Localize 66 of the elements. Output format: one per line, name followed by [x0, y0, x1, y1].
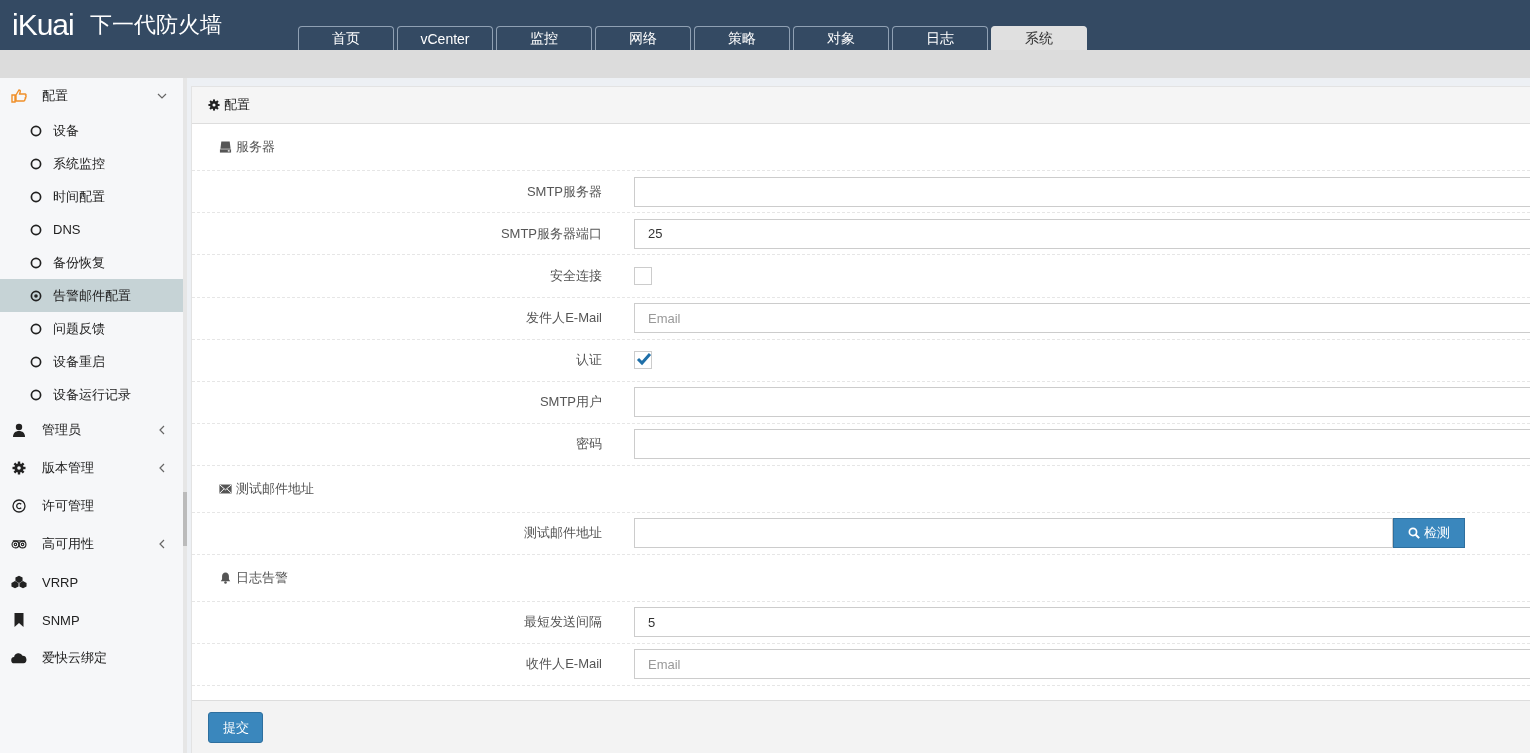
drive-icon: [219, 141, 232, 154]
sidebar-subitem[interactable]: 设备运行记录: [0, 378, 183, 411]
field-label: SMTP用户: [538, 393, 602, 412]
input-field[interactable]: [634, 176, 1530, 207]
circle-icon: [30, 223, 42, 236]
checkbox[interactable]: [634, 351, 652, 370]
checkbox[interactable]: [634, 266, 652, 285]
sidebar-item[interactable]: 管理员: [0, 411, 183, 449]
gear-icon: [208, 99, 220, 112]
circle-icon: [30, 157, 42, 170]
sidebar-item[interactable]: 版本管理: [0, 449, 183, 487]
input-field[interactable]: [634, 518, 1393, 549]
dot-circle-icon: [30, 289, 42, 302]
field-label: 最短发送间隔: [523, 613, 602, 632]
input-field[interactable]: Email: [634, 303, 1530, 334]
circle-icon: [30, 190, 42, 203]
sidebar-subitem[interactable]: 备份恢复: [0, 246, 183, 279]
circle-icon: [30, 355, 42, 368]
copyright-icon: [11, 499, 27, 513]
sidebar-subitem[interactable]: 设备: [0, 114, 183, 147]
cubes-icon: [11, 575, 27, 589]
field-label: SMTP服务器: [525, 182, 602, 201]
section-title: 服务器: [236, 138, 275, 157]
circle-icon: [30, 124, 42, 137]
search-icon: [1408, 527, 1420, 540]
cloud-icon: [11, 651, 27, 665]
sidebar-subitem[interactable]: 问题反馈: [0, 312, 183, 345]
input-field[interactable]: [634, 387, 1530, 418]
sidebar-subitem[interactable]: 时间配置: [0, 180, 183, 213]
owl-eyes-icon: [11, 537, 27, 551]
field-label: 收件人E-Mail: [525, 655, 602, 674]
panel-title: 配置: [224, 96, 250, 115]
field-label: 发件人E-Mail: [525, 309, 602, 328]
nav-tab[interactable]: 系统: [991, 26, 1087, 50]
bell-icon: [219, 571, 232, 584]
sidebar-item[interactable]: 许可管理: [0, 487, 183, 525]
sidebar-subitem[interactable]: DNS: [0, 213, 183, 246]
envelope-icon: [219, 482, 232, 495]
section-title: 日志告警: [236, 568, 288, 587]
user-icon: [11, 423, 27, 437]
logo: iKuai: [12, 8, 74, 42]
field-label: 测试邮件地址: [523, 524, 602, 543]
input-field[interactable]: 25: [634, 218, 1530, 249]
circle-icon: [30, 256, 42, 269]
sidebar-item[interactable]: 高可用性: [0, 525, 183, 563]
field-label: SMTP服务器端口: [499, 224, 602, 243]
sidebar-item[interactable]: VRRP: [0, 563, 183, 601]
submit-button[interactable]: 提交: [208, 712, 263, 744]
gear-icon: [11, 461, 27, 475]
sidebar-subitem[interactable]: 系统监控: [0, 147, 183, 180]
input-field[interactable]: Email: [634, 649, 1530, 680]
sidebar-item[interactable]: 爱快云绑定: [0, 639, 183, 677]
check-button[interactable]: 检测: [1393, 518, 1465, 549]
sidebar-subitem[interactable]: 告警邮件配置: [0, 279, 183, 312]
section-title: 测试邮件地址: [236, 479, 314, 498]
input-field[interactable]: [634, 429, 1530, 460]
field-label: 密码: [575, 435, 602, 454]
field-label: 认证: [575, 351, 602, 370]
circle-icon: [30, 322, 42, 335]
app-title: 下一代防火墙: [89, 11, 222, 39]
circle-icon: [30, 388, 42, 401]
input-field[interactable]: 5: [634, 607, 1530, 638]
field-label: 安全连接: [549, 266, 602, 285]
sidebar-item[interactable]: 配置: [0, 78, 183, 114]
sidebar-item[interactable]: SNMP: [0, 601, 183, 639]
sidebar-subitem[interactable]: 设备重启: [0, 345, 183, 378]
